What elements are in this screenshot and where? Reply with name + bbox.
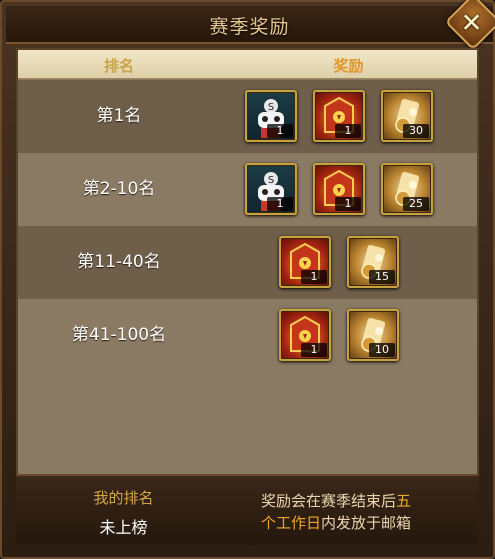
item-quantity: 1 <box>335 124 361 138</box>
table-row: 第11-40名 1 15 <box>18 226 477 299</box>
table-row: 第2-10名 S 1 1 25 <box>18 153 477 226</box>
item-quantity: 10 <box>369 343 395 357</box>
table-row: 第41-100名 1 10 <box>18 299 477 372</box>
title-bar: 赛季奖励 <box>6 6 493 44</box>
svg-text:S: S <box>268 102 274 113</box>
item-quantity: 15 <box>369 270 395 284</box>
golden-scroll-icon[interactable]: 30 <box>381 90 433 142</box>
treasure-chest-icon[interactable]: 1 <box>279 236 331 288</box>
treasure-chest-icon[interactable]: 1 <box>279 309 331 361</box>
reward-notice: 奖励会在赛季结束后五个工作日内发放于邮箱 <box>261 490 471 534</box>
item-quantity: 25 <box>403 197 429 211</box>
notice-text: 内发放于邮箱 <box>321 514 412 532</box>
treasure-chest-icon[interactable]: 1 <box>313 163 365 215</box>
rank-label: 第2-10名 <box>82 179 156 199</box>
warrior-mask-icon[interactable]: S 1 <box>245 163 297 215</box>
header-rank: 排名 <box>103 57 134 75</box>
notice-highlight: 个工作日 <box>261 514 322 532</box>
dialog-title: 赛季奖励 <box>209 16 290 38</box>
golden-scroll-icon[interactable]: 10 <box>347 309 399 361</box>
item-quantity: 1 <box>301 343 327 357</box>
item-quantity: 1 <box>335 197 361 211</box>
item-quantity: 1 <box>301 270 327 284</box>
rank-label: 第1名 <box>96 106 142 126</box>
notice-text: 奖励会在赛季结束后 <box>261 492 397 510</box>
header-reward: 奖励 <box>333 57 364 75</box>
svg-text:S: S <box>268 175 274 186</box>
warrior-mask-icon[interactable]: S 1 <box>245 90 297 142</box>
footer-panel: 我的排名 未上榜 奖励会在赛季结束后五个工作日内发放于邮箱 <box>16 474 479 545</box>
rank-label: 第11-40名 <box>77 252 161 272</box>
my-rank-value: 未上榜 <box>99 518 148 537</box>
treasure-chest-icon[interactable]: 1 <box>313 90 365 142</box>
notice-highlight: 五 <box>396 492 412 510</box>
rank-label: 第41-100名 <box>71 325 167 345</box>
item-quantity: 1 <box>267 124 293 138</box>
table-row: 第1名 S 1 1 30 <box>18 80 477 153</box>
golden-scroll-icon[interactable]: 15 <box>347 236 399 288</box>
table-header: 排名 奖励 <box>18 50 477 79</box>
my-rank-label: 我的排名 <box>93 489 154 507</box>
close-icon: ✕ <box>460 8 483 39</box>
item-quantity: 30 <box>403 124 429 138</box>
rewards-table: 排名 奖励 第1名 S 1 1 30 第2-10名 S 1 1 25 第11-4… <box>16 48 479 543</box>
item-quantity: 1 <box>267 197 293 211</box>
golden-scroll-icon[interactable]: 25 <box>381 163 433 215</box>
